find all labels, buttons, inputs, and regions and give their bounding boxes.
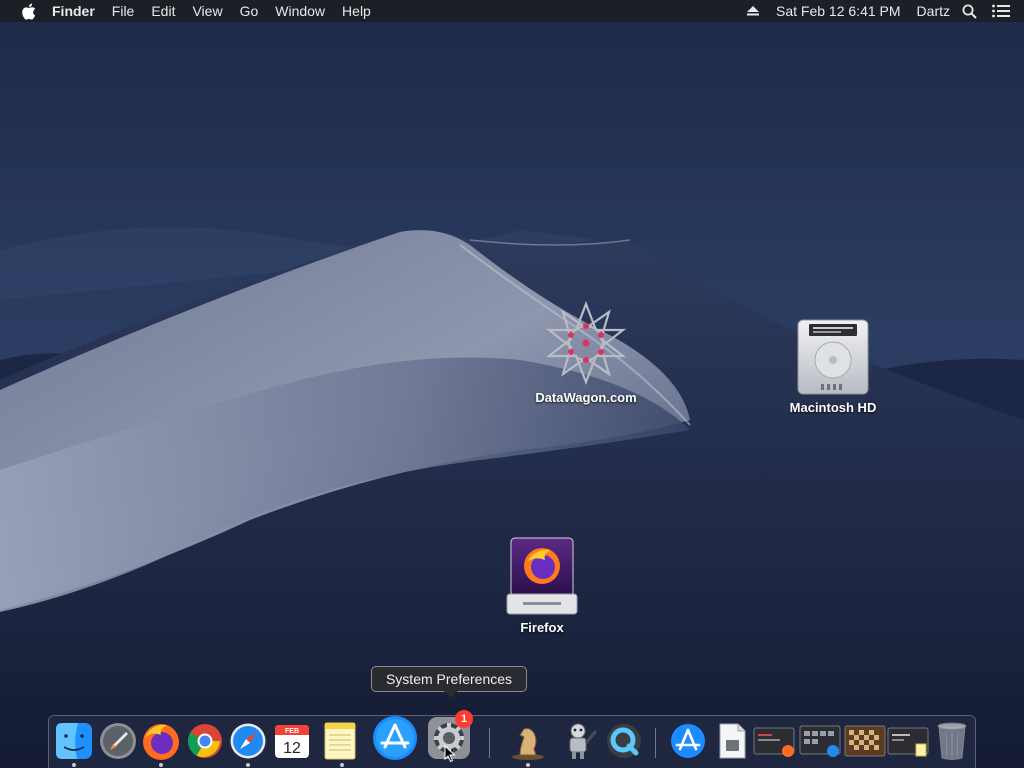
dock-item-firefox[interactable] xyxy=(140,720,182,762)
desktop-icon-label: Macintosh HD xyxy=(789,400,877,415)
dock-item-launchpad[interactable] xyxy=(97,720,139,762)
firefox-disk-image-icon xyxy=(505,536,579,616)
finder-icon xyxy=(56,723,92,759)
menu-app-name[interactable]: Finder xyxy=(52,0,95,22)
window-thumbnail-icon xyxy=(799,725,841,757)
datawagon-logo-icon xyxy=(543,300,629,386)
menu-clock[interactable]: Sat Feb 12 6:41 PM xyxy=(776,0,901,22)
dock-separator xyxy=(489,728,490,758)
dock-running-indicator xyxy=(526,763,530,767)
notes-icon xyxy=(324,722,356,760)
dock-item-app-store[interactable] xyxy=(371,714,419,762)
apple-icon[interactable] xyxy=(19,0,37,22)
trash-icon xyxy=(937,722,967,760)
document-icon xyxy=(719,723,746,759)
dock-running-indicator xyxy=(159,763,163,767)
menu-file[interactable]: File xyxy=(112,0,135,22)
menu-go[interactable]: Go xyxy=(240,0,259,22)
desktop-icon-macintosh-hd[interactable]: Macintosh HD xyxy=(780,318,886,415)
dock-item-automator[interactable] xyxy=(557,720,599,762)
notification-badge: 1 xyxy=(455,710,473,728)
chrome-icon xyxy=(188,724,222,758)
dock-running-indicator xyxy=(246,763,250,767)
calendar-icon: FEB 12 xyxy=(275,725,309,758)
firefox-icon xyxy=(143,724,179,760)
dock-item-notes[interactable] xyxy=(319,720,361,762)
desktop-icon-firefox[interactable]: Firefox xyxy=(502,536,582,635)
dock-separator xyxy=(655,728,656,758)
menu-edit[interactable]: Edit xyxy=(151,0,175,22)
safari-icon xyxy=(230,723,266,759)
menu-help[interactable]: Help xyxy=(342,0,371,22)
calendar-day: 12 xyxy=(283,740,301,757)
dock-item-calendar[interactable]: FEB 12 xyxy=(271,720,313,762)
calendar-month: FEB xyxy=(285,728,299,735)
chess-knight-icon xyxy=(512,728,544,760)
dock-item-window-thumb-1[interactable] xyxy=(753,720,797,762)
dock-item-finder[interactable] xyxy=(53,720,95,762)
eject-icon[interactable] xyxy=(746,0,760,22)
dock-item-app-store-folder[interactable] xyxy=(667,720,709,762)
app-store-icon xyxy=(373,716,417,760)
dock-item-window-thumb-3[interactable] xyxy=(843,720,887,762)
automator-robot-icon xyxy=(569,723,598,759)
notification-center-icon[interactable] xyxy=(992,0,1012,22)
chess-board-thumbnail-icon xyxy=(844,725,886,757)
menu-window[interactable]: Window xyxy=(275,0,325,22)
spotlight-search-icon[interactable] xyxy=(962,0,978,22)
quicktime-icon xyxy=(607,724,641,758)
dock-item-quicktime[interactable] xyxy=(603,720,645,762)
dock-running-indicator xyxy=(340,763,344,767)
menu-bar: Finder File Edit View Go Window Help Sat… xyxy=(0,0,1024,22)
menu-user[interactable]: Dartz xyxy=(917,0,950,22)
dock-tooltip: System Preferences xyxy=(371,666,527,698)
mouse-cursor-icon xyxy=(444,745,456,763)
dock-item-safari[interactable] xyxy=(227,720,269,762)
launchpad-icon xyxy=(100,723,136,759)
window-thumbnail-icon xyxy=(753,727,795,757)
desktop-icon-label: Firefox xyxy=(520,620,564,635)
desktop-icon-datawagon[interactable]: DataWagon.com xyxy=(528,300,644,405)
menu-view[interactable]: View xyxy=(192,0,222,22)
window-thumbnail-icon xyxy=(887,727,929,757)
dock-item-chrome[interactable] xyxy=(184,720,226,762)
dock-item-chess[interactable] xyxy=(507,720,549,762)
dock-item-trash[interactable] xyxy=(931,720,973,762)
dock-running-indicator xyxy=(72,763,76,767)
dock-item-window-thumb-4[interactable] xyxy=(887,720,931,762)
dock: FEB 12 1 xyxy=(48,710,976,768)
desktop-icon-label: DataWagon.com xyxy=(535,390,637,405)
dock-item-document[interactable] xyxy=(711,720,753,762)
dock-item-window-thumb-2[interactable] xyxy=(799,720,843,762)
app-store-icon xyxy=(671,724,705,758)
hard-drive-icon xyxy=(795,318,871,396)
